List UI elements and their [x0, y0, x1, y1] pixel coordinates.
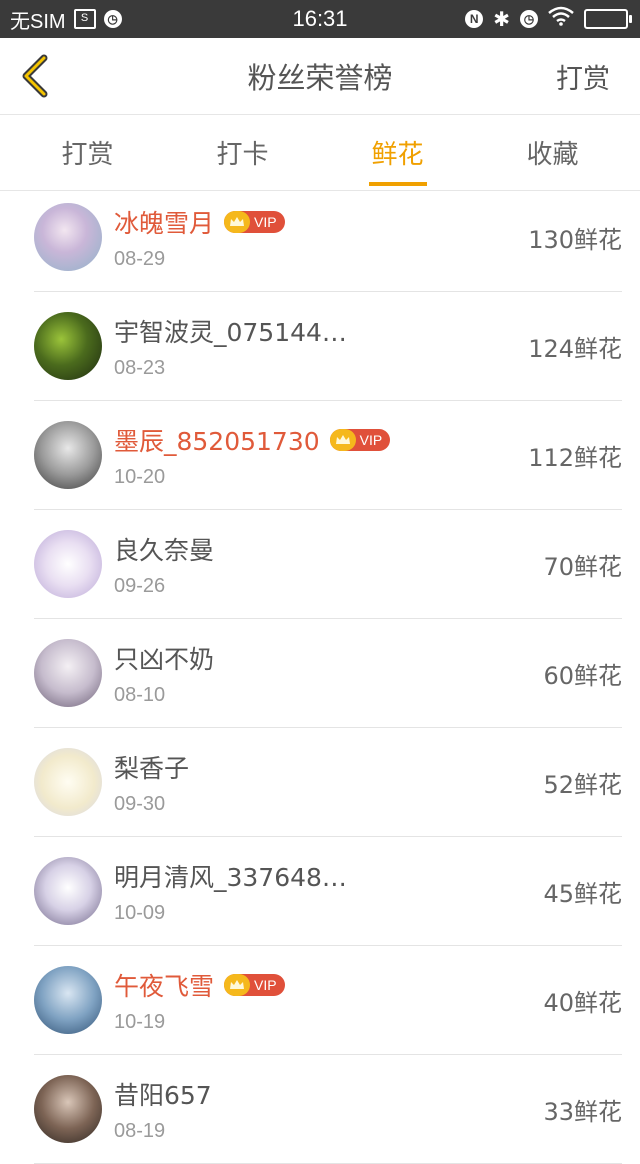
name-line: 良久奈曼 [114, 531, 214, 567]
chevron-left-icon [22, 54, 48, 98]
fan-name: 昔阳657 [114, 1080, 212, 1110]
fan-date: 10-19 [114, 1010, 166, 1033]
fan-row[interactable]: 宇智波灵_075144… 08-23 124鲜花 [34, 292, 622, 401]
fan-info: 冰魄雪月 VIP 08-29 [114, 204, 285, 271]
fan-name: 只凶不奶 [114, 644, 215, 674]
flower-count: 45鲜花 [543, 879, 622, 908]
clock: 16:31 [292, 6, 348, 31]
vip-label: VIP [359, 431, 383, 448]
avatar[interactable] [34, 748, 102, 816]
fan-name: 明月清风_337648… [114, 862, 347, 892]
fan-info: 只凶不奶 08-10 [114, 640, 214, 707]
name-line: 墨辰_852051730 VIP [114, 422, 391, 458]
crown-icon [224, 210, 251, 233]
fan-row[interactable]: 梨香子 09-30 52鲜花 [34, 728, 622, 837]
fan-name: 冰魄雪月 [114, 208, 215, 238]
fan-date: 08-29 [114, 247, 166, 270]
tip-button[interactable]: 打赏 [556, 57, 640, 96]
flower-count: 70鲜花 [543, 552, 622, 581]
tab-flowers[interactable]: 鲜花 [328, 115, 468, 190]
fan-info: 宇智波灵_075144… 08-23 [114, 313, 347, 380]
back-button[interactable] [0, 38, 70, 114]
flower-count: 52鲜花 [543, 770, 622, 799]
fan-info: 午夜飞雪 VIP 10-19 [114, 967, 285, 1034]
flower-count: 124鲜花 [528, 334, 622, 363]
tab-checkin[interactable]: 打卡 [173, 115, 313, 190]
flower-count: 60鲜花 [543, 661, 622, 690]
avatar[interactable] [34, 857, 102, 925]
fan-name: 宇智波灵_075144… [114, 317, 347, 347]
name-line: 昔阳657 [114, 1076, 212, 1112]
header: 粉丝荣誉榜 打赏 [0, 38, 640, 115]
fan-name: 良久奈曼 [114, 535, 215, 565]
avatar[interactable] [34, 203, 102, 271]
fan-row[interactable]: 良久奈曼 09-26 70鲜花 [34, 510, 622, 619]
vip-badge: VIP [329, 428, 391, 451]
crown-icon [329, 428, 356, 451]
fan-row[interactable]: 墨辰_852051730 VIP 10-20 112鲜花 [34, 401, 622, 510]
fan-row[interactable]: 只凶不奶 08-10 60鲜花 [34, 619, 622, 728]
fan-name: 墨辰_852051730 [114, 426, 320, 456]
name-line: 只凶不奶 [114, 640, 214, 676]
vip-label: VIP [254, 213, 277, 230]
crown-icon [224, 973, 251, 996]
fan-date: 08-23 [114, 356, 166, 379]
flower-count: 40鲜花 [543, 988, 622, 1017]
tab-tip[interactable]: 打赏 [18, 115, 158, 190]
avatar[interactable] [34, 639, 102, 707]
vip-badge: VIP [224, 973, 285, 996]
name-line: 冰魄雪月 VIP [114, 204, 285, 240]
avatar[interactable] [34, 530, 102, 598]
name-line: 宇智波灵_075144… [114, 313, 347, 349]
fan-info: 墨辰_852051730 VIP 10-20 [114, 422, 391, 489]
vip-label: VIP [254, 976, 277, 993]
flower-count: 130鲜花 [528, 225, 622, 254]
fan-date: 08-10 [114, 683, 166, 706]
battery-icon [584, 9, 632, 29]
fan-name: 梨香子 [114, 753, 190, 783]
name-line: 午夜飞雪 VIP [114, 967, 285, 1003]
fan-date: 08-19 [114, 1119, 166, 1142]
fan-info: 梨香子 09-30 [114, 749, 189, 816]
tab-favorites[interactable]: 收藏 [483, 115, 623, 190]
vip-badge: VIP [224, 210, 285, 233]
name-line: 梨香子 [114, 749, 189, 785]
flower-count: 112鲜花 [528, 443, 622, 472]
fan-list: 冰魄雪月 VIP 08-29 130鲜花宇智波灵_075144… 08-23 124鲜花墨… [0, 183, 640, 1164]
tab-bar: 打赏 打卡 鲜花 收藏 [0, 115, 640, 191]
fan-row[interactable]: 冰魄雪月 VIP 08-29 130鲜花 [34, 183, 622, 292]
avatar[interactable] [34, 966, 102, 1034]
fan-name: 午夜飞雪 [114, 971, 215, 1001]
status-bar: 无SIM S ◷ 16:31 N ✱ ◷ [0, 0, 640, 38]
fan-date: 09-30 [114, 792, 166, 815]
avatar[interactable] [34, 1075, 102, 1143]
fan-date: 09-26 [114, 574, 166, 597]
fan-date: 10-09 [114, 901, 166, 924]
fan-date: 10-20 [114, 465, 166, 488]
fan-info: 昔阳657 08-19 [114, 1076, 212, 1143]
flower-count: 33鲜花 [543, 1097, 622, 1126]
fan-info: 良久奈曼 09-26 [114, 531, 214, 598]
avatar[interactable] [34, 312, 102, 380]
fan-row[interactable]: 午夜飞雪 VIP 10-19 40鲜花 [34, 946, 622, 1055]
page-title: 粉丝荣誉榜 [247, 61, 393, 95]
avatar[interactable] [34, 421, 102, 489]
name-line: 明月清风_337648… [114, 858, 347, 894]
fan-info: 明月清风_337648… 10-09 [114, 858, 347, 925]
fan-row[interactable]: 明月清风_337648… 10-09 45鲜花 [34, 837, 622, 946]
fan-row[interactable]: 昔阳657 08-19 33鲜花 [34, 1055, 622, 1164]
